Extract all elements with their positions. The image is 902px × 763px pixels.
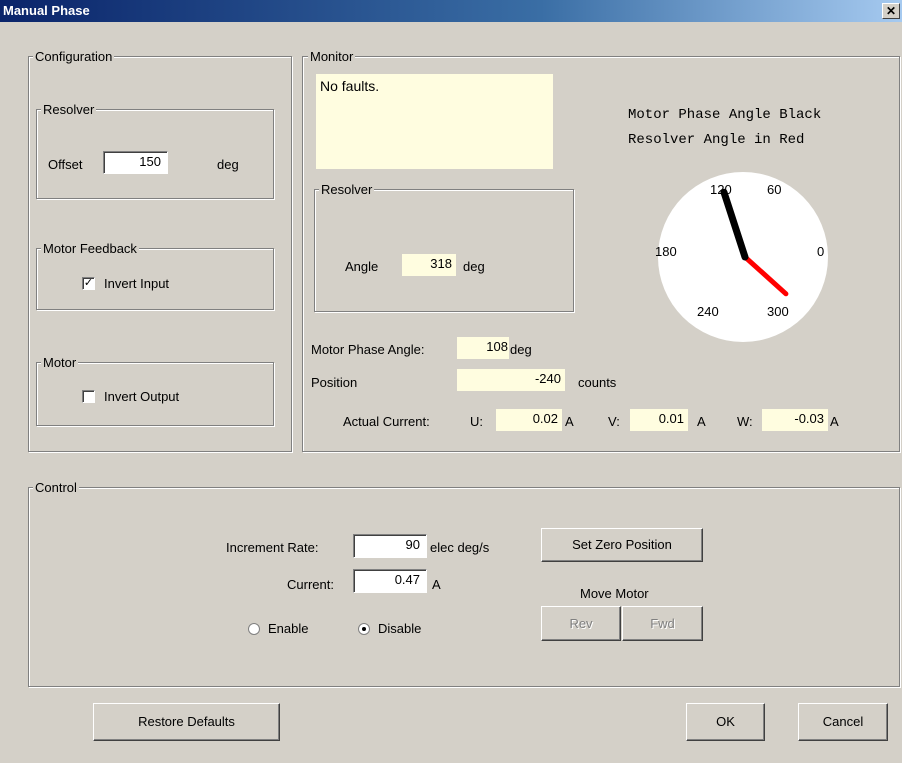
control-label: Control xyxy=(33,480,79,495)
rev-button[interactable]: Rev xyxy=(541,606,621,641)
increment-rate-unit: elec deg/s xyxy=(430,540,490,555)
increment-rate-input[interactable]: 90 xyxy=(353,534,427,558)
phase-dial: 120 60 180 0 240 300 xyxy=(655,172,828,342)
disable-label[interactable]: Disable xyxy=(378,621,421,636)
invert-output-checkbox[interactable] xyxy=(82,390,95,403)
offset-input[interactable]: 150 xyxy=(103,151,168,174)
configuration-label: Configuration xyxy=(33,49,115,64)
cancel-label: Cancel xyxy=(822,714,864,729)
restore-defaults-button[interactable]: Restore Defaults xyxy=(93,703,280,741)
angle-unit: deg xyxy=(463,259,485,274)
ok-button[interactable]: OK xyxy=(686,703,765,741)
status-box: No faults. xyxy=(316,74,553,169)
u-unit: A xyxy=(565,414,574,429)
v-value: 0.01 xyxy=(630,409,688,431)
current-unit: A xyxy=(432,577,441,592)
offset-unit: deg xyxy=(217,157,239,172)
fwd-label: Fwd xyxy=(650,616,675,631)
status-text: No faults. xyxy=(320,78,380,94)
tick-60: 60 xyxy=(767,182,781,197)
set-zero-position-label: Set Zero Position xyxy=(572,537,672,552)
motor-phase-angle-value: 108 xyxy=(457,337,509,359)
control-group xyxy=(28,487,900,687)
dial-caption-line2: Resolver Angle in Red xyxy=(628,132,805,148)
title-bar: Manual Phase ✕ xyxy=(0,0,902,22)
u-label: U: xyxy=(470,414,483,429)
w-value: -0.03 xyxy=(762,409,828,431)
motor-feedback-label: Motor Feedback xyxy=(41,241,139,256)
tick-300: 300 xyxy=(767,304,789,319)
motor-config-label: Motor xyxy=(41,355,79,370)
position-value: -240 xyxy=(457,369,565,391)
dial-caption-line1: Motor Phase Angle Black xyxy=(628,107,822,123)
tick-240: 240 xyxy=(697,304,719,319)
invert-output-label[interactable]: Invert Output xyxy=(104,389,179,404)
cancel-button[interactable]: Cancel xyxy=(798,703,888,741)
increment-rate-label: Increment Rate: xyxy=(226,540,319,555)
actual-current-label: Actual Current: xyxy=(343,414,430,429)
current-label: Current: xyxy=(287,577,334,592)
w-label: W: xyxy=(737,414,753,429)
current-input[interactable]: 0.47 xyxy=(353,569,427,593)
offset-label: Offset xyxy=(48,157,83,172)
w-unit: A xyxy=(830,414,839,429)
position-unit: counts xyxy=(578,375,617,390)
u-value: 0.02 xyxy=(496,409,562,431)
rev-label: Rev xyxy=(569,616,593,631)
v-label: V: xyxy=(608,414,620,429)
enable-radio[interactable] xyxy=(248,623,260,635)
enable-label[interactable]: Enable xyxy=(268,621,308,636)
restore-defaults-label: Restore Defaults xyxy=(138,714,235,729)
resolver-monitor-label: Resolver xyxy=(319,182,375,197)
motor-phase-angle-label: Motor Phase Angle: xyxy=(311,342,425,357)
motor-phase-angle-unit: deg xyxy=(510,342,532,357)
tick-180: 180 xyxy=(655,244,677,259)
set-zero-position-button[interactable]: Set Zero Position xyxy=(541,528,703,562)
v-unit: A xyxy=(697,414,706,429)
move-motor-label: Move Motor xyxy=(580,586,649,601)
monitor-label: Monitor xyxy=(308,49,356,64)
invert-input-checkbox[interactable]: ✓ xyxy=(82,277,95,290)
ok-label: OK xyxy=(716,714,735,729)
close-icon: ✕ xyxy=(885,4,897,18)
window-title: Manual Phase xyxy=(3,3,90,18)
resolver-config-label: Resolver xyxy=(41,102,97,117)
tick-0: 0 xyxy=(817,244,824,259)
angle-label: Angle xyxy=(345,259,379,274)
angle-value: 318 xyxy=(402,254,456,276)
fwd-button[interactable]: Fwd xyxy=(622,606,703,641)
invert-input-label[interactable]: Invert Input xyxy=(104,276,169,291)
close-button[interactable]: ✕ xyxy=(882,3,900,19)
resolver-monitor-group xyxy=(314,189,574,312)
disable-radio[interactable] xyxy=(358,623,370,635)
position-label: Position xyxy=(311,375,358,390)
